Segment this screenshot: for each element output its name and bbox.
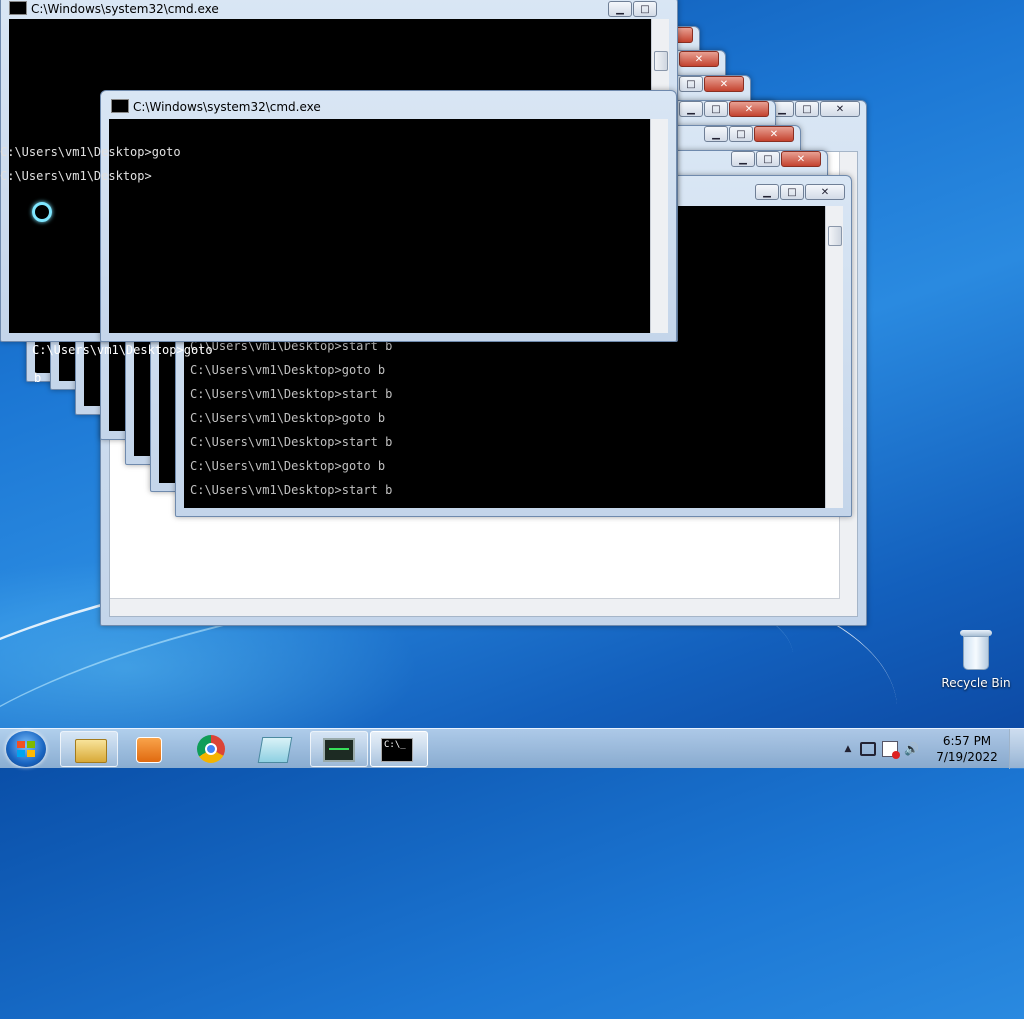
explorer-icon: [75, 739, 107, 763]
window-title-bar[interactable]: C:\Windows\system32\cmd.exe: [9, 1, 669, 19]
maximize-button[interactable]: □: [795, 101, 819, 117]
taskbar-media-player-button[interactable]: [120, 731, 178, 767]
window-title: C:\Windows\system32\cmd.exe: [31, 2, 219, 16]
fragment-text: C:\Users\vm1\Desktop>goto: [32, 343, 213, 357]
close-button[interactable]: ✕: [820, 101, 860, 117]
busy-cursor-icon: [32, 202, 52, 222]
taskbar-cmd-button[interactable]: C:\_: [370, 731, 428, 767]
close-button[interactable]: ✕: [679, 51, 719, 67]
maximize-button[interactable]: □: [729, 126, 753, 142]
window-controls: ▁ □ ✕: [678, 101, 769, 118]
cmd-icon: C:\_: [381, 738, 413, 762]
console-line: C:\Users\vm1\Desktop>start b: [190, 435, 393, 449]
show-desktop-button[interactable]: [1009, 729, 1024, 769]
minimize-button[interactable]: ▁: [608, 1, 632, 17]
maximize-button[interactable]: □: [704, 101, 728, 117]
volume-icon[interactable]: 🔊: [904, 742, 922, 756]
close-button[interactable]: ✕: [781, 151, 821, 167]
console-line: C:\Users\vm1\Desktop>: [0, 169, 152, 183]
start-button[interactable]: [6, 731, 46, 767]
console-fragment-b: b: [34, 366, 54, 390]
recycle-bin-label: Recycle Bin: [941, 676, 1011, 690]
cmd-icon: [9, 1, 27, 15]
taskbar-notepad-button[interactable]: [246, 731, 304, 767]
vertical-scrollbar[interactable]: [825, 206, 843, 508]
minimize-button[interactable]: ▁: [731, 151, 755, 167]
window-controls: ▁ □ ✕: [703, 126, 794, 143]
scroll-thumb[interactable]: [828, 226, 842, 246]
chrome-icon: [197, 735, 225, 763]
action-center-icon[interactable]: [882, 741, 900, 759]
minimize-button[interactable]: ▁: [755, 184, 779, 200]
clock[interactable]: 6:57 PM 7/19/2022: [925, 733, 1009, 765]
close-button[interactable]: ✕: [729, 101, 769, 117]
maximize-button[interactable]: □: [780, 184, 804, 200]
window-title: C:\Windows\system32\cmd.exe: [133, 100, 321, 114]
maximize-button[interactable]: □: [633, 1, 657, 17]
fragment-text: b: [34, 371, 42, 385]
maximize-button[interactable]: □: [756, 151, 780, 167]
clock-time: 6:57 PM: [942, 734, 992, 748]
console-text-main: C:\Users\vm1\Desktop>goto C:\Users\vm1\D…: [0, 140, 220, 236]
window-controls: ▁ □ ✕: [730, 151, 821, 168]
minimize-button[interactable]: ▁: [704, 126, 728, 142]
recycle-bin[interactable]: Recycle Bin: [936, 628, 1016, 690]
show-hidden-icons-arrow[interactable]: ▲: [839, 744, 857, 754]
taskbar-chrome-button[interactable]: [182, 731, 240, 767]
system-tray: ▲ 🔊 6:57 PM 7/19/2022: [839, 729, 1024, 769]
cmd-icon-text: C:\_: [384, 740, 406, 750]
taskbar-task-manager-button[interactable]: [310, 731, 368, 767]
media-player-icon: [136, 737, 162, 763]
task-manager-icon: [323, 738, 355, 762]
horizontal-scrollbar[interactable]: [110, 598, 840, 616]
console-line: C:\Users\vm1\Desktop>start b: [190, 483, 393, 497]
close-button[interactable]: ✕: [704, 76, 744, 92]
network-icon[interactable]: [860, 742, 876, 756]
console-line: C:\Users\vm1\Desktop>goto b: [190, 411, 386, 425]
scroll-thumb[interactable]: [654, 51, 668, 71]
taskbar: C:\_ ▲ 🔊 6:57 PM 7/19/2022: [0, 728, 1024, 769]
console-line: C:\Users\vm1\Desktop>goto b: [190, 363, 386, 377]
taskbar-explorer-button[interactable]: [60, 731, 118, 767]
console-line: C:\Users\vm1\Desktop>start b: [190, 387, 393, 401]
window-controls: ▁ □ ✕: [769, 101, 860, 118]
window-controls: ▁ □ ✕: [754, 184, 845, 201]
notepad-icon: [257, 737, 293, 763]
window-controls: ▁ □: [607, 1, 657, 18]
cmd-icon: [111, 99, 129, 113]
clock-date: 7/19/2022: [936, 750, 998, 764]
console-line: C:\Users\vm1\Desktop>goto: [0, 145, 181, 159]
window-title-bar[interactable]: C:\Windows\system32\cmd.exe: [111, 99, 668, 117]
minimize-button[interactable]: ▁: [679, 101, 703, 117]
maximize-button[interactable]: □: [679, 76, 703, 92]
close-button[interactable]: ✕: [805, 184, 845, 200]
vertical-scrollbar[interactable]: [650, 119, 668, 333]
console-line: C:\Users\vm1\Desktop>goto b: [190, 459, 386, 473]
windows-logo-icon: [17, 741, 35, 757]
recycle-bin-icon: [960, 628, 992, 670]
close-button[interactable]: ✕: [754, 126, 794, 142]
